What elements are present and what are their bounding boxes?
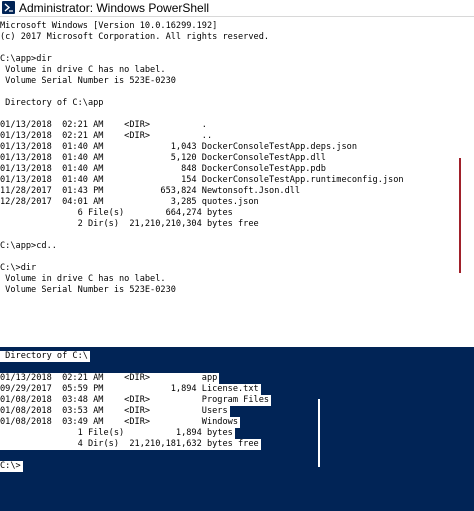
scroll-marker-red [459, 158, 461, 273]
console-line: 6 File(s) 664,274 bytes [0, 208, 233, 218]
console-upper-region: Microsoft Windows [Version 10.0.16299.19… [0, 17, 474, 347]
console-line: 01/13/2018 02:21 AM <DIR> .. [0, 131, 213, 141]
console-line: 11/28/2017 01:43 PM 653,824 Newtonsoft.J… [0, 186, 301, 196]
console-lower-region: Directory of C:\ 01/13/2018 02:21 AM <DIR… [0, 347, 474, 511]
console-line: C:\app>dir [0, 54, 52, 64]
console-line: 01/08/2018 03:53 AM <DIR> Users [0, 406, 230, 417]
powershell-window: Administrator: Windows PowerShell Micros… [0, 0, 474, 511]
console-line: (c) 2017 Microsoft Corporation. All righ… [0, 32, 270, 42]
console-line: 01/08/2018 03:49 AM <DIR> Windows [0, 417, 240, 428]
console-line: C:\> [0, 461, 23, 472]
console-line: C:\app>cd.. [0, 241, 57, 251]
console-line: 01/13/2018 01:40 AM 848 DockerConsoleTes… [0, 164, 326, 174]
console-line: Directory of C:\ [0, 351, 90, 362]
console-line: 01/13/2018 01:40 AM 5,120 DockerConsoleT… [0, 153, 326, 163]
console-line: 01/13/2018 02:21 AM <DIR> . [0, 120, 207, 130]
console-line: 01/13/2018 01:40 AM 154 DockerConsoleTes… [0, 175, 404, 185]
console-line: 01/13/2018 01:40 AM 1,043 DockerConsoleT… [0, 142, 357, 152]
console-line: 01/08/2018 03:48 AM <DIR> Program Files [0, 395, 272, 406]
console-line: 1 File(s) 1,894 bytes [0, 428, 235, 439]
console-line: Microsoft Windows [Version 10.0.16299.19… [0, 21, 218, 31]
window-title: Administrator: Windows PowerShell [19, 1, 210, 15]
console-line: Volume Serial Number is 523E-0230 [0, 285, 176, 295]
console-line: Volume in drive C has no label. [0, 65, 166, 75]
console-line: 09/29/2017 05:59 PM 1,894 License.txt [0, 384, 261, 395]
console-line: Directory of C:\app [0, 98, 104, 108]
powershell-icon [2, 1, 15, 14]
console-line: Volume in drive C has no label. [0, 274, 166, 284]
scroll-marker-white [318, 399, 320, 467]
console-line: 12/28/2017 04:01 AM 3,285 quotes.json [0, 197, 259, 207]
console-area[interactable]: Microsoft Windows [Version 10.0.16299.19… [0, 17, 474, 511]
title-bar[interactable]: Administrator: Windows PowerShell [0, 0, 474, 17]
console-line: Volume Serial Number is 523E-0230 [0, 76, 176, 86]
console-line: 01/13/2018 02:21 AM <DIR> app [0, 373, 220, 384]
console-line: 2 Dir(s) 21,210,210,304 bytes free [0, 219, 259, 229]
console-line: C:\>dir [0, 263, 37, 273]
console-line: 4 Dir(s) 21,210,181,632 bytes free [0, 439, 261, 450]
